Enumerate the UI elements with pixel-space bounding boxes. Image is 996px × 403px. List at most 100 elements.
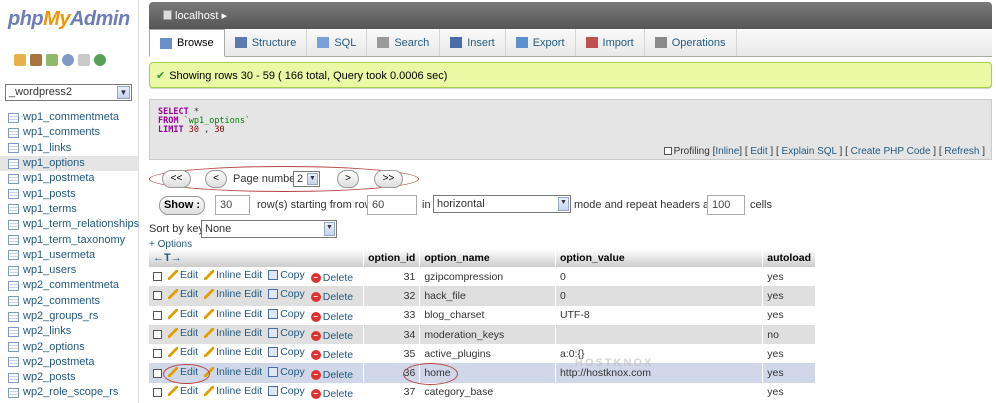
cell-option-name[interactable]: moderation_keys: [419, 324, 556, 345]
sidebar-item-wp2-comments[interactable]: wp2_comments: [0, 294, 139, 309]
table-icon[interactable]: [8, 250, 19, 261]
edit-link[interactable]: Edit: [168, 385, 198, 397]
cell-option-name[interactable]: blog_charset: [419, 305, 556, 325]
tab-export[interactable]: Export: [506, 29, 576, 56]
table-icon[interactable]: [8, 112, 19, 123]
cell-option-name[interactable]: active_plugins: [419, 344, 556, 364]
cell-option-id[interactable]: 34: [363, 324, 421, 345]
delete-link[interactable]: – Delete: [310, 330, 353, 342]
inline-edit-link[interactable]: Inline Edit: [204, 288, 262, 300]
sidebar-item-wp2-groups-rs[interactable]: wp2_groups_rs: [0, 309, 139, 324]
edit-link[interactable]: Edit: [168, 288, 198, 300]
column-header-autoload[interactable]: autoload: [762, 249, 816, 267]
first-page-button[interactable]: <<: [162, 170, 191, 188]
cell-option-id[interactable]: 32: [363, 286, 421, 306]
cell-option-id[interactable]: 35: [363, 344, 421, 364]
tab-insert[interactable]: Insert: [440, 29, 506, 56]
edit-link[interactable]: Edit: [168, 346, 198, 358]
query-window-icon[interactable]: [46, 54, 58, 66]
home-icon[interactable]: [14, 54, 26, 66]
page-number-select[interactable]: 2 ▼: [293, 171, 320, 187]
sidebar-item-wp1-options[interactable]: wp1_options: [0, 155, 139, 172]
sidebar-item-wp2-postmeta[interactable]: wp2_postmeta: [0, 355, 139, 370]
edit-link[interactable]: Edit: [168, 366, 198, 378]
sidebar-item-wp1-terms[interactable]: wp1_terms: [0, 202, 139, 217]
cell-autoload[interactable]: yes: [762, 305, 816, 325]
sidebar-item-wp1-links[interactable]: wp1_links: [0, 141, 139, 156]
logout-icon[interactable]: [30, 54, 42, 66]
database-select[interactable]: _wordpress2 ▼: [5, 84, 132, 101]
row-checkbox[interactable]: [153, 387, 162, 397]
sidebar-item-wp1-postmeta[interactable]: wp1_postmeta: [0, 171, 139, 186]
last-page-button[interactable]: >>: [374, 170, 403, 188]
cell-autoload[interactable]: yes: [762, 363, 816, 383]
cell-option-id[interactable]: 33: [363, 305, 421, 325]
table-icon[interactable]: [8, 311, 19, 322]
row-checkbox[interactable]: [153, 310, 162, 320]
start-row-input[interactable]: 60: [367, 195, 417, 215]
copy-link[interactable]: Copy: [268, 308, 305, 320]
table-icon[interactable]: [8, 143, 19, 154]
next-page-button[interactable]: >: [337, 170, 359, 188]
cell-autoload[interactable]: no: [762, 324, 816, 345]
table-icon[interactable]: [8, 204, 19, 215]
sidebar-item-wp1-term-taxonomy[interactable]: wp1_term_taxonomy: [0, 232, 139, 247]
sidebar-item-wp2-role-scope-rs[interactable]: wp2_role_scope_rs: [0, 385, 139, 400]
cell-option-value[interactable]: UTF-8: [555, 305, 764, 325]
table-icon[interactable]: [8, 158, 19, 169]
row-checkbox[interactable]: [153, 272, 162, 282]
copy-link[interactable]: Copy: [268, 385, 305, 397]
inline-edit-link[interactable]: Inline Edit: [204, 346, 262, 358]
cell-option-name[interactable]: gzipcompression: [419, 267, 556, 287]
table-icon[interactable]: [8, 357, 19, 368]
cell-option-value[interactable]: 0: [555, 267, 764, 287]
copy-link[interactable]: Copy: [268, 346, 305, 358]
tab-operations[interactable]: Operations: [645, 29, 737, 56]
edit-link[interactable]: Edit: [168, 327, 198, 339]
sidebar-item-wp2-posts[interactable]: wp2_posts: [0, 370, 139, 385]
sidebar-item-wp1-usermeta[interactable]: wp1_usermeta: [0, 248, 139, 263]
table-icon[interactable]: [8, 219, 19, 230]
inline-edit-link[interactable]: Inline Edit: [204, 366, 262, 378]
sidebar-item-wp1-term-relationships[interactable]: wp1_term_relationships: [0, 217, 139, 232]
cell-option-name[interactable]: hack_file: [419, 286, 556, 306]
cell-autoload[interactable]: yes: [762, 344, 816, 364]
delete-link[interactable]: – Delete: [310, 388, 353, 400]
cell-autoload[interactable]: yes: [762, 267, 816, 287]
profiling-checkbox[interactable]: [663, 147, 672, 155]
sidebar-item-wp2-links[interactable]: wp2_links: [0, 324, 139, 339]
cell-option-name[interactable]: home: [419, 363, 556, 383]
sidebar-item-wp2-options[interactable]: wp2_options: [0, 339, 139, 354]
column-header-option-id[interactable]: option_id: [363, 249, 421, 267]
delete-link[interactable]: – Delete: [310, 291, 353, 303]
row-checkbox[interactable]: [153, 330, 162, 340]
cell-option-value[interactable]: 0: [555, 286, 764, 306]
refresh-link[interactable]: Refresh: [944, 146, 979, 157]
inline-edit-link[interactable]: Inline Edit: [204, 385, 262, 397]
tab-search[interactable]: Search: [367, 29, 441, 56]
table-icon[interactable]: [8, 173, 19, 184]
sort-by-key-select[interactable]: None ▼: [201, 220, 337, 238]
tab-import[interactable]: Import: [576, 29, 645, 56]
delete-link[interactable]: – Delete: [310, 369, 353, 381]
cell-option-id[interactable]: 37: [363, 382, 421, 403]
reload-icon[interactable]: [94, 54, 106, 66]
create-php-link[interactable]: Create PHP Code: [851, 146, 931, 157]
cell-option-value[interactable]: a:0:{}: [555, 344, 764, 364]
repeat-headers-input[interactable]: 100: [707, 195, 745, 215]
table-icon[interactable]: [8, 372, 19, 383]
sidebar-item-wp1-users[interactable]: wp1_users: [0, 263, 139, 278]
edit-link[interactable]: Edit: [168, 269, 198, 281]
table-icon[interactable]: [8, 326, 19, 337]
edit-sql-link[interactable]: Edit: [750, 146, 767, 157]
copy-link[interactable]: Copy: [268, 327, 305, 339]
copy-link[interactable]: Copy: [268, 366, 305, 378]
rows-count-input[interactable]: 30: [215, 195, 250, 215]
table-icon[interactable]: [8, 127, 19, 138]
inline-edit-link[interactable]: Inline Edit: [204, 269, 262, 281]
docs-icon[interactable]: [62, 54, 74, 66]
table-icon[interactable]: [8, 189, 19, 200]
column-header-option-name[interactable]: option_name: [419, 249, 556, 267]
sql-docs-icon[interactable]: [78, 54, 90, 66]
phpmyadmin-logo[interactable]: phpMyAdmin: [8, 8, 130, 31]
